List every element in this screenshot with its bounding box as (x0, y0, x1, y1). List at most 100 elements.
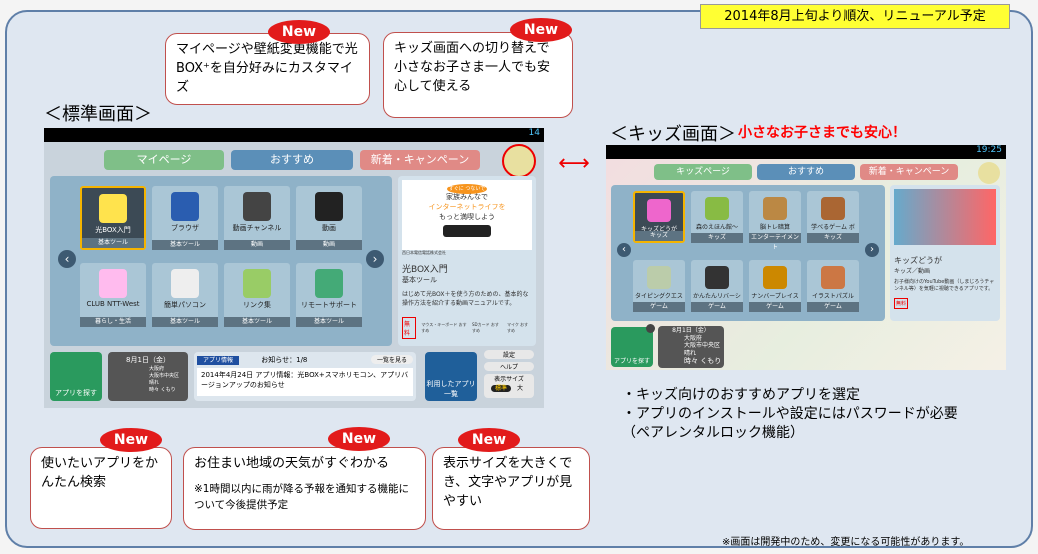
callout-weather-text: お住まい地域の天気がすぐわかる (194, 456, 390, 471)
new-badge: New (458, 428, 520, 452)
help-button[interactable]: ヘルプ (484, 362, 534, 371)
app-tile[interactable]: キッズどうが キッズ (633, 191, 685, 243)
app-category: 基本ツール (82, 238, 144, 248)
app-tile[interactable]: タイピングクエストゲーム (633, 260, 685, 312)
standard-screen: 14 マイページ おすすめ 新着・キャンペーン ‹ › 光BOX入門 基本ツールブ… (44, 128, 544, 408)
app-info-panel: すぐに つないで 家族みんなで インターネットライフを もっと満喫しよう 西日本… (398, 176, 536, 346)
app-icon (170, 269, 200, 298)
kids-feature-list: ・キッズ向けのおすすめアプリを選定 ・アプリのインストールや設定にはパスワードが… (622, 386, 958, 443)
app-category: 動画 (224, 240, 290, 250)
app-tile[interactable]: ナンバープレイス ゲーム (749, 260, 801, 312)
used-apps-button[interactable]: 利用したアプリ一覧 (425, 352, 477, 401)
app-tile[interactable]: 脳トレ暗算 エンターテイメント (749, 191, 801, 251)
standard-screen-label: ＜標準画面＞ (44, 104, 152, 125)
app-category: 基本ツール (152, 317, 218, 327)
status-bar: 14 (44, 128, 544, 142)
weather-city: 大阪市中央区 (684, 342, 721, 349)
app-icon (705, 266, 729, 290)
next-arrow-icon[interactable]: › (366, 250, 384, 268)
tab-recommended[interactable]: おすすめ (757, 164, 855, 180)
app-tile[interactable]: リンク集 基本ツール (224, 263, 290, 327)
company-name: 西日本電信電話株式会社 (402, 250, 446, 255)
settings-button[interactable]: 設定 (484, 350, 534, 359)
weather-date: 8月1日（金） (126, 356, 170, 364)
promo-line: 家族みんなで (446, 193, 488, 201)
app-title: 光BOX入門 (402, 265, 448, 275)
prev-arrow-icon[interactable]: ‹ (617, 243, 631, 257)
app-name: 動画 (322, 223, 336, 232)
kids-mode-avatar-button[interactable] (502, 144, 536, 178)
size-large-button[interactable]: 大 (513, 385, 527, 392)
app-name: リモートサポート (301, 300, 357, 309)
app-icon (98, 269, 128, 298)
weather-pref: 大阪府 (684, 334, 703, 342)
free-badge: 無料 (894, 298, 909, 309)
weather-condition: 時々 くもり (684, 357, 722, 365)
app-category: 基本ツール (152, 240, 218, 250)
app-icon (763, 266, 787, 290)
app-name: ナンバープレイス (751, 293, 799, 301)
tab-kids-page[interactable]: キッズページ (654, 164, 752, 180)
weather-pref: 大阪府 (149, 366, 165, 372)
status-bar: 19:25 (606, 145, 1006, 159)
search-apps-button[interactable]: アプリを探す (611, 327, 653, 367)
app-tile[interactable]: 学べるゲーム ボコ…キッズ (807, 191, 859, 243)
app-name: 脳トレ暗算 (759, 224, 790, 232)
tab-recommended[interactable]: おすすめ (231, 150, 353, 170)
new-badge: New (510, 18, 572, 42)
app-category: キッズ (807, 233, 859, 243)
app-tile[interactable]: CLUB NTT-West 暮らし・生活 (80, 263, 146, 327)
next-arrow-icon[interactable]: › (865, 243, 879, 257)
app-tile[interactable]: 簡単パソコン基本ツール (152, 263, 218, 327)
size-standard-button[interactable]: 標準 (491, 385, 512, 392)
app-tile[interactable]: 光BOX入門基本ツール (80, 186, 146, 250)
app-category: ゲーム (749, 302, 801, 312)
weather-widget[interactable]: 8月1日（金） 大阪府 大阪市中央区 晴れ 時々 くもり (658, 326, 724, 368)
app-tile[interactable]: イラストパズル ゲーム (807, 260, 859, 312)
prev-arrow-icon[interactable]: ‹ (58, 250, 76, 268)
feature-item: （ペアレンタルロック機能） (622, 425, 804, 441)
kids-screen: 19:25 キッズページ おすすめ 新着・キャンペーン ‹ › キッズどうが キッ… (606, 145, 1006, 370)
app-name: 光BOX入門 (95, 225, 131, 234)
app-category: 基本ツール (296, 317, 362, 327)
microphone-icon: マイク おすすめ (506, 322, 529, 333)
app-name: 簡単パソコン (164, 300, 206, 309)
app-icon (242, 192, 272, 221)
app-category: ゲーム (633, 302, 685, 312)
app-tile[interactable]: 動画チャンネル 動画 (224, 186, 290, 250)
tab-new-campaign[interactable]: 新着・キャンペーン (860, 164, 958, 180)
tab-new-campaign[interactable]: 新着・キャンペーン (360, 150, 480, 170)
app-category: 動画 (296, 240, 362, 250)
callout-mypage: マイページや壁紙変更機能で光BOX⁺を自分好みにカスタマイズ (165, 33, 370, 105)
view-list-button[interactable]: 一覧を見る (370, 355, 413, 364)
app-category: 基本ツール (402, 276, 437, 284)
app-icon (647, 199, 671, 223)
app-tile[interactable]: ブラウザ 基本ツール (152, 186, 218, 250)
app-tile[interactable]: リモートサポート 基本ツール (296, 263, 362, 327)
app-tile[interactable]: 森のえほん館～子…キッズ (691, 191, 743, 243)
app-icon (763, 197, 787, 221)
news-text[interactable]: 2014年4月24日 アプリ情報：光BOX+スマホリモコン、アプリバージョンアッ… (197, 368, 413, 396)
parent-avatar-button[interactable] (978, 162, 1000, 184)
tab-mypage[interactable]: マイページ (104, 150, 224, 170)
kids-tagline: 小さなお子さまでも安心！ (738, 125, 906, 141)
search-apps-button[interactable]: アプリを探す (50, 352, 102, 401)
set-top-box-image (443, 225, 491, 237)
weather-date: 8月1日（金） (672, 327, 710, 334)
app-icon (647, 266, 671, 290)
app-tile[interactable]: かんたんリバーシ ゲーム (691, 260, 743, 312)
app-description: お子様向けのYouTube動画（しまじろうチャンネル等）を気軽に視聴できるアプリ… (894, 279, 995, 292)
callout-display-size: 表示サイズを大きくでき、文字やアプリが見やすい (432, 447, 590, 530)
app-tile[interactable]: 動画 動画 (296, 186, 362, 250)
app-title: キッズどうが (894, 256, 942, 265)
callout-weather-note: ※1時間以内に雨が降る予報を通知する機能について今後提供予定 (194, 483, 409, 511)
app-icon (821, 197, 845, 221)
app-name: かんたんリバーシ (693, 293, 741, 301)
news-badge: アプリ情報 (197, 356, 240, 365)
feature-item: ・キッズ向けのおすすめアプリを選定 (622, 387, 860, 403)
feature-item: ・アプリのインストールや設定にはパスワードが必要 (622, 406, 958, 422)
weather-condition: 晴れ (149, 380, 160, 386)
callout-search: 使いたいアプリをかんたん検索 (30, 447, 172, 529)
app-name: イラストパズル (812, 293, 854, 301)
weather-widget[interactable]: 8月1日（金） 大阪府 大阪市中央区 晴れ 時々 くもり (108, 352, 188, 401)
